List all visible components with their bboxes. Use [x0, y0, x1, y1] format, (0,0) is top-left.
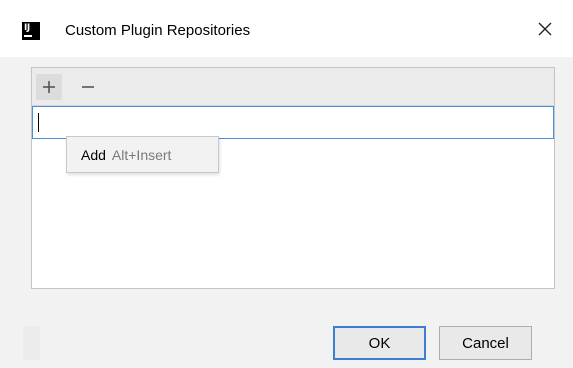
bottom-left-placeholder [23, 326, 40, 360]
intellij-app-icon: IJ [22, 22, 40, 40]
ok-button[interactable]: OK [333, 326, 426, 360]
repository-list-panel [31, 67, 555, 289]
plus-icon [43, 81, 55, 93]
close-button[interactable] [516, 0, 573, 57]
tooltip-shortcut: Alt+Insert [111, 146, 172, 163]
minus-icon [82, 86, 94, 88]
app-icon-text: IJ [24, 23, 30, 33]
close-icon [538, 22, 551, 35]
dialog-title: Custom Plugin Repositories [65, 22, 251, 39]
list-toolbar [32, 68, 554, 106]
app-icon-underline [24, 35, 32, 37]
tooltip-label: Add [81, 146, 106, 163]
add-repository-button[interactable] [36, 74, 62, 100]
cancel-button[interactable]: Cancel [439, 326, 532, 360]
repository-url-input[interactable] [32, 106, 554, 139]
text-caret [38, 113, 39, 132]
remove-repository-button[interactable] [75, 74, 101, 100]
title-bar: IJ Custom Plugin Repositories [0, 0, 573, 57]
dialog-window: IJ Custom Plugin Repositories Add Alt+In… [0, 0, 573, 368]
add-tooltip: Add Alt+Insert [66, 136, 219, 173]
